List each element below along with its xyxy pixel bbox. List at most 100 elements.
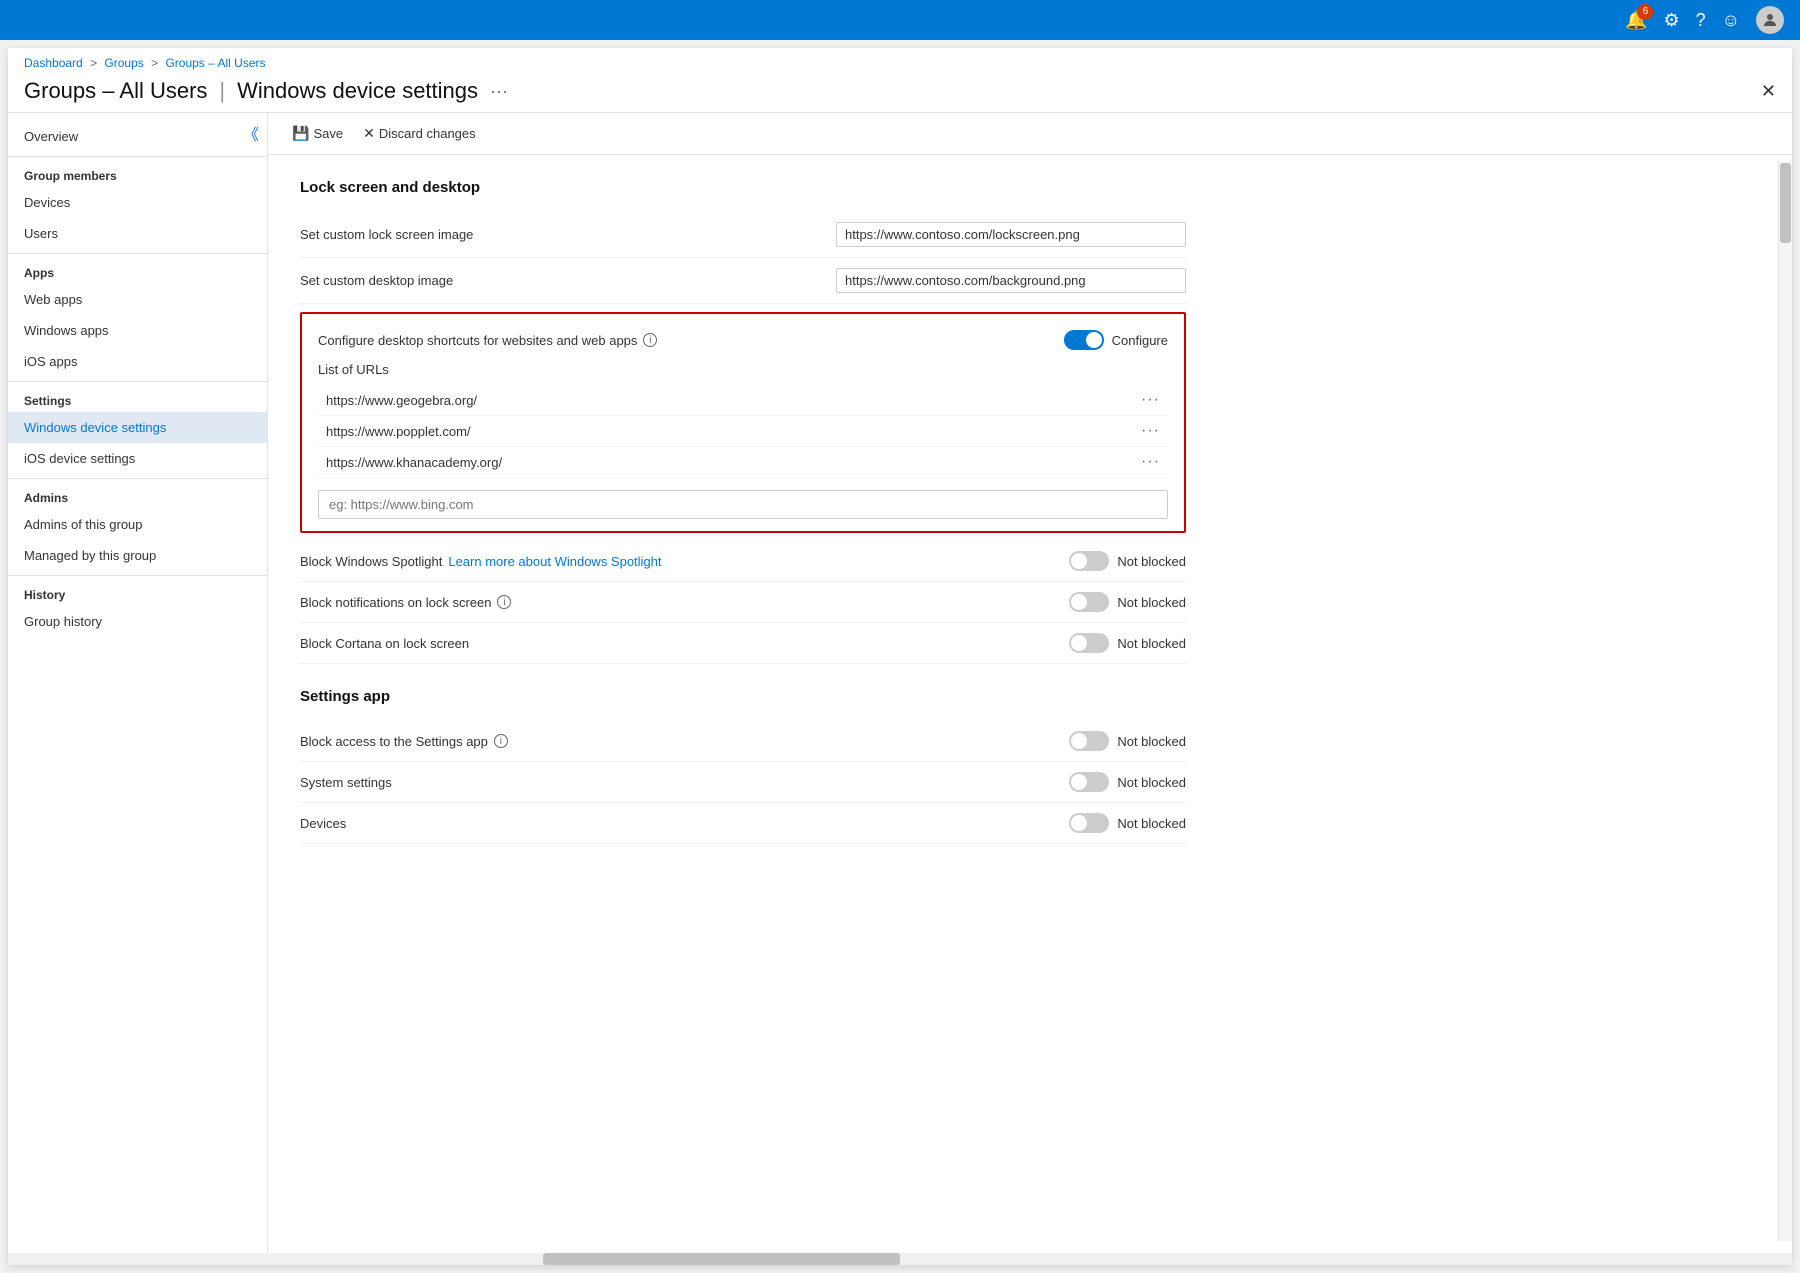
gear-icon[interactable]: ⚙: [1663, 10, 1679, 31]
spotlight-row: Block Windows Spotlight Learn more about…: [300, 541, 1186, 582]
notification-badge: 6: [1637, 4, 1653, 20]
sidebar-item-windows-device-settings[interactable]: Windows device settings: [8, 412, 267, 443]
desktop-image-label: Set custom desktop image: [300, 273, 820, 288]
settings-app-block-toggle-container: Not blocked: [1069, 731, 1186, 751]
url-row-1: https://www.popplet.com/ ···: [318, 416, 1168, 447]
sidebar-item-ios-device-settings[interactable]: iOS device settings: [8, 443, 267, 474]
breadcrumb-sep-2: >: [151, 56, 161, 70]
sidebar-item-users[interactable]: Users: [8, 218, 267, 249]
spotlight-link[interactable]: Learn more about Windows Spotlight: [448, 554, 661, 569]
sidebar-item-overview[interactable]: Overview: [8, 121, 267, 152]
lock-screen-image-input[interactable]: [836, 222, 1186, 247]
sidebar-section-history: History: [8, 575, 267, 606]
system-settings-toggle[interactable]: [1069, 772, 1109, 792]
url-text-2: https://www.khanacademy.org/: [326, 455, 502, 470]
notifications-toggle[interactable]: [1069, 592, 1109, 612]
discard-button[interactable]: ✕ Discard changes: [355, 121, 484, 146]
system-settings-toggle-label: Not blocked: [1117, 775, 1186, 790]
page-subtitle: Windows device settings: [237, 78, 478, 104]
breadcrumb-groups[interactable]: Groups: [104, 56, 143, 70]
url-text-1: https://www.popplet.com/: [326, 424, 471, 439]
devices-settings-row: Devices Not blocked: [300, 803, 1186, 844]
settings-app-block-label-toggle: Not blocked: [1117, 734, 1186, 749]
help-icon[interactable]: ?: [1696, 10, 1706, 31]
vertical-scrollbar[interactable]: [1778, 161, 1792, 1241]
sidebar-section-settings: Settings: [8, 381, 267, 412]
collapse-sidebar-button[interactable]: 《: [243, 121, 259, 145]
url-row-0: https://www.geogebra.org/ ···: [318, 385, 1168, 416]
desktop-image-control: [836, 268, 1186, 293]
url-text-0: https://www.geogebra.org/: [326, 393, 477, 408]
save-icon: 💾: [292, 125, 309, 142]
horizontal-scroll-thumb[interactable]: [543, 1253, 900, 1265]
settings-app-info-icon[interactable]: i: [494, 734, 508, 748]
configure-header: Configure desktop shortcuts for websites…: [318, 326, 1168, 354]
settings-app-block-toggle[interactable]: [1069, 731, 1109, 751]
sidebar-item-windows-apps[interactable]: Windows apps: [8, 315, 267, 346]
page-title-container: Groups – All Users | Windows device sett…: [24, 78, 508, 104]
breadcrumb: Dashboard > Groups > Groups – All Users: [8, 48, 1792, 74]
system-settings-row: System settings Not blocked: [300, 762, 1186, 803]
page-header: Groups – All Users | Windows device sett…: [8, 74, 1792, 113]
configure-toggle-label: Configure: [1112, 333, 1168, 348]
settings-panel: Lock screen and desktop Set custom lock …: [268, 155, 1218, 860]
more-options-button[interactable]: ···: [490, 81, 508, 102]
url-row-2: https://www.khanacademy.org/ ···: [318, 447, 1168, 478]
breadcrumb-dashboard[interactable]: Dashboard: [24, 56, 83, 70]
desktop-image-input[interactable]: [836, 268, 1186, 293]
desktop-image-row: Set custom desktop image: [300, 258, 1186, 304]
page-title-main: Groups – All Users: [24, 78, 207, 104]
save-button[interactable]: 💾 Save: [284, 121, 351, 146]
configure-toggle-container: Configure: [1064, 330, 1168, 350]
spotlight-label: Block Windows Spotlight Learn more about…: [300, 554, 1053, 569]
list-of-urls-label: List of URLs: [318, 362, 1168, 377]
cortana-label: Block Cortana on lock screen: [300, 636, 1053, 651]
lock-screen-section-title: Lock screen and desktop: [300, 179, 1186, 196]
devices-settings-toggle[interactable]: [1069, 813, 1109, 833]
devices-settings-label: Devices: [300, 816, 1053, 831]
top-bar: 🔔 6 ⚙ ? ☺: [0, 0, 1800, 40]
breadcrumb-sep-1: >: [90, 56, 100, 70]
main-container: Dashboard > Groups > Groups – All Users …: [8, 48, 1792, 1265]
notification-icon[interactable]: 🔔 6: [1625, 10, 1647, 31]
notifications-toggle-label: Not blocked: [1117, 595, 1186, 610]
breadcrumb-all-users[interactable]: Groups – All Users: [165, 56, 265, 70]
settings-app-section-title: Settings app: [300, 688, 1186, 705]
sidebar-item-admins-of-group[interactable]: Admins of this group: [8, 509, 267, 540]
url-more-0[interactable]: ···: [1141, 391, 1160, 409]
sidebar-section-apps: Apps: [8, 253, 267, 284]
devices-settings-toggle-container: Not blocked: [1069, 813, 1186, 833]
sidebar-item-devices[interactable]: Devices: [8, 187, 267, 218]
cortana-toggle-label: Not blocked: [1117, 636, 1186, 651]
cortana-row: Block Cortana on lock screen Not blocked: [300, 623, 1186, 664]
spotlight-toggle[interactable]: [1069, 551, 1109, 571]
settings-app-block-row: Block access to the Settings app i Not b…: [300, 721, 1186, 762]
sidebar: 《 Overview Group members Devices Users A…: [8, 113, 268, 1253]
horizontal-scrollbar[interactable]: [8, 1253, 1792, 1265]
scroll-thumb[interactable]: [1780, 163, 1791, 243]
cortana-toggle-container: Not blocked: [1069, 633, 1186, 653]
configure-label: Configure desktop shortcuts for websites…: [318, 333, 1064, 348]
content-area: 《 Overview Group members Devices Users A…: [8, 113, 1792, 1253]
configure-info-icon[interactable]: i: [643, 333, 657, 347]
sidebar-item-ios-apps[interactable]: iOS apps: [8, 346, 267, 377]
url-input[interactable]: [318, 490, 1168, 519]
cortana-toggle[interactable]: [1069, 633, 1109, 653]
configure-toggle[interactable]: [1064, 330, 1104, 350]
url-more-1[interactable]: ···: [1141, 422, 1160, 440]
spotlight-toggle-label: Not blocked: [1117, 554, 1186, 569]
sidebar-item-web-apps[interactable]: Web apps: [8, 284, 267, 315]
sidebar-section-admins: Admins: [8, 478, 267, 509]
smiley-icon[interactable]: ☺: [1722, 10, 1740, 31]
notifications-info-icon[interactable]: i: [497, 595, 511, 609]
avatar[interactable]: [1756, 6, 1784, 34]
save-label: Save: [313, 126, 343, 141]
url-list: https://www.geogebra.org/ ··· https://ww…: [318, 385, 1168, 478]
sidebar-item-group-history[interactable]: Group history: [8, 606, 267, 637]
notifications-label: Block notifications on lock screen i: [300, 595, 1053, 610]
url-more-2[interactable]: ···: [1141, 453, 1160, 471]
notifications-row: Block notifications on lock screen i Not…: [300, 582, 1186, 623]
sidebar-item-managed-by-group[interactable]: Managed by this group: [8, 540, 267, 571]
desktop-shortcuts-section: Configure desktop shortcuts for websites…: [300, 312, 1186, 533]
close-button[interactable]: ✕: [1761, 81, 1776, 102]
